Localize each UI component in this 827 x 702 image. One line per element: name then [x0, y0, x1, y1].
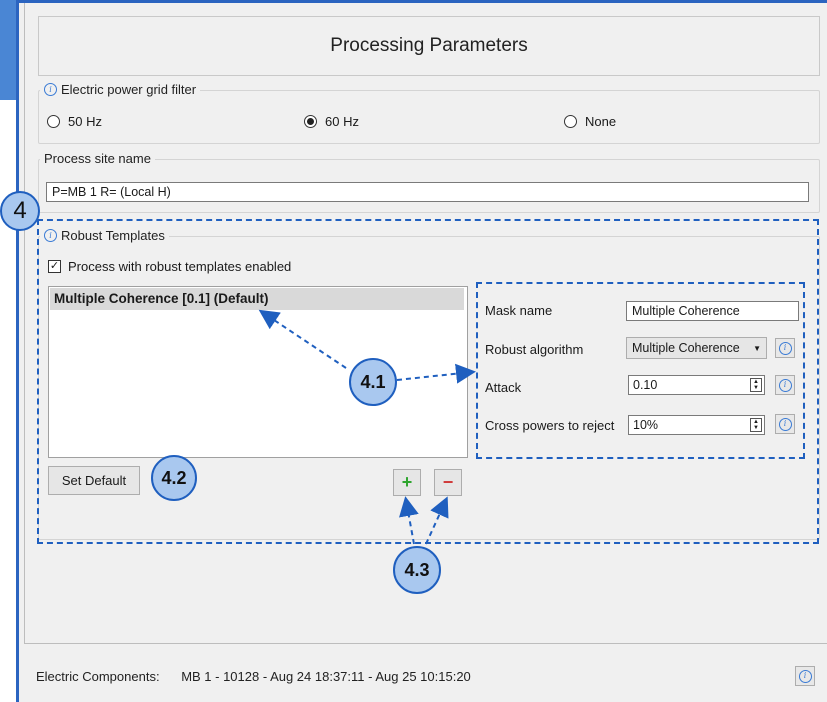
- window-border: [16, 0, 19, 702]
- status-label: Electric Components:: [36, 669, 160, 684]
- radio-60hz[interactable]: 60 Hz: [304, 114, 359, 129]
- radio-circle-selected[interactable]: [304, 115, 317, 128]
- power-filter-label: i Electric power grid filter: [40, 82, 201, 97]
- info-icon: i: [798, 669, 812, 683]
- page-title: Processing Parameters: [38, 16, 820, 76]
- info-icon[interactable]: i: [44, 83, 57, 96]
- status-info-button[interactable]: i: [795, 666, 815, 686]
- power-filter-group: [38, 90, 820, 144]
- process-site-label: Process site name: [40, 151, 155, 166]
- status-value: MB 1 - 10128 - Aug 24 18:37:11 - Aug 25 …: [181, 669, 471, 684]
- callout-4-3: 4.3: [393, 546, 441, 594]
- radio-none[interactable]: None: [564, 114, 616, 129]
- annotation-box-params: [476, 282, 805, 459]
- process-site-input[interactable]: P=MB 1 R= (Local H): [46, 182, 809, 202]
- status-line: Electric Components: MB 1 - 10128 - Aug …: [36, 669, 471, 684]
- radio-circle[interactable]: [47, 115, 60, 128]
- radio-50hz[interactable]: 50 Hz: [47, 114, 102, 129]
- callout-4: 4: [0, 191, 40, 231]
- callout-4-2: 4.2: [151, 455, 197, 501]
- radio-circle[interactable]: [564, 115, 577, 128]
- callout-4-1: 4.1: [349, 358, 397, 406]
